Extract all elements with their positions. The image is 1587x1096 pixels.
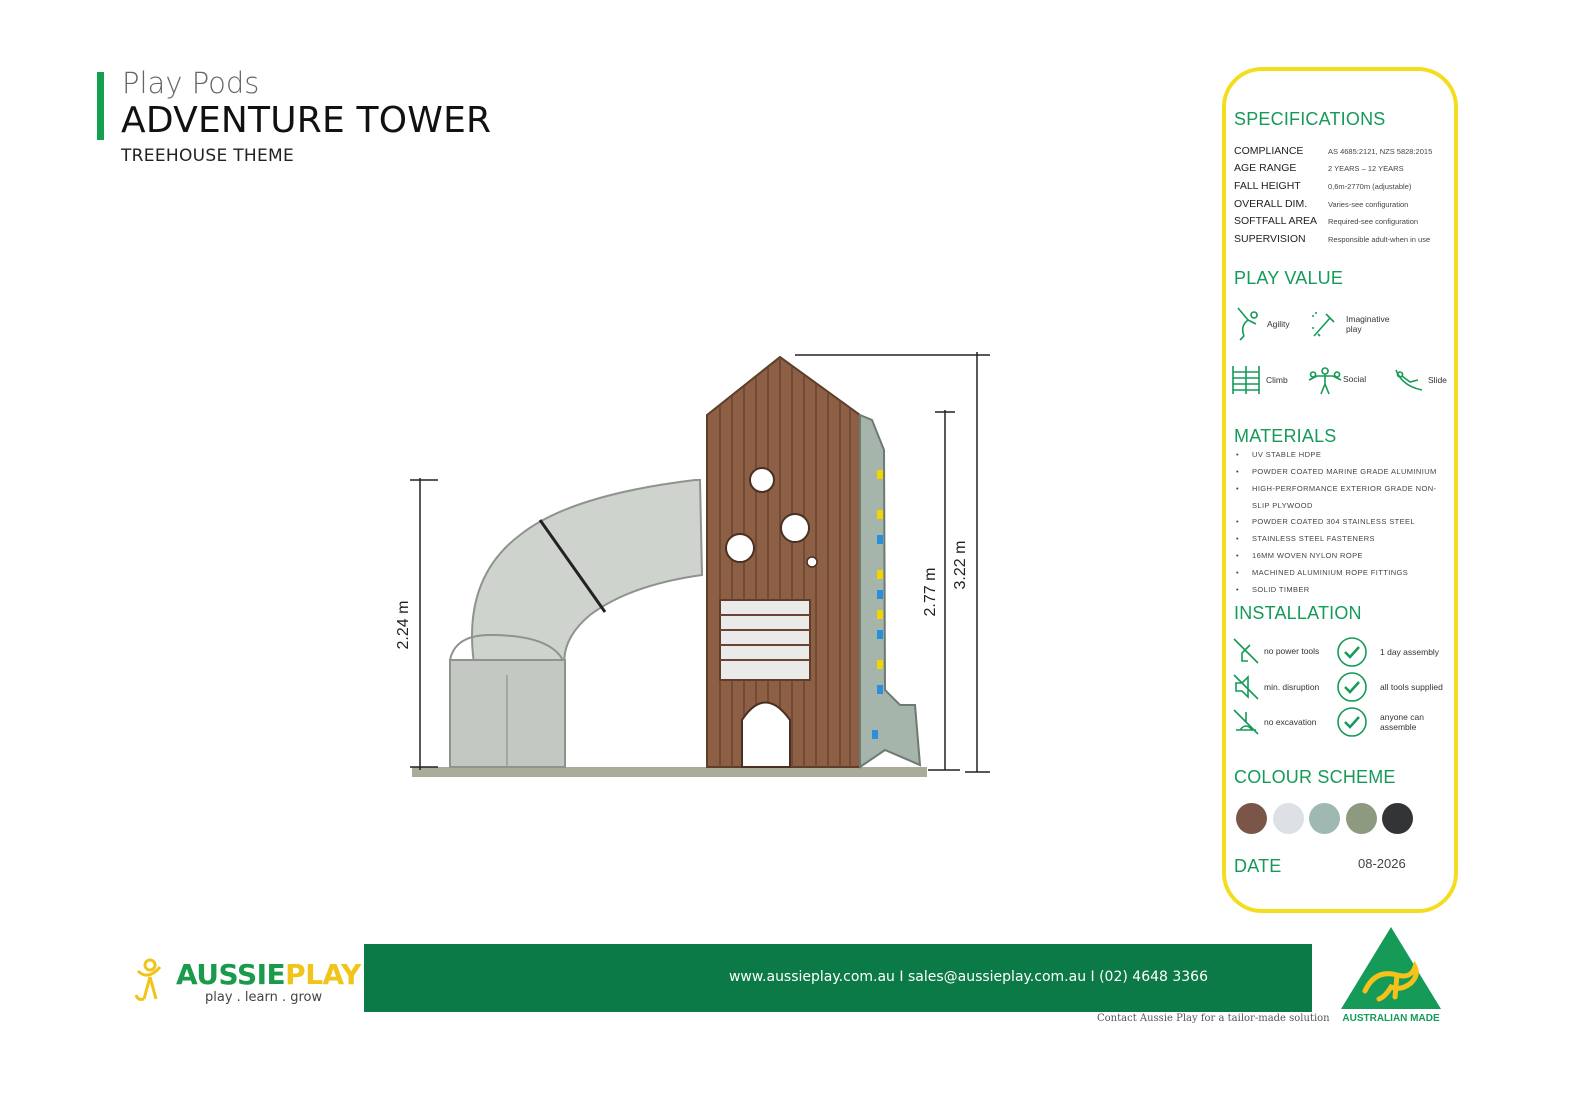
installation-label: anyone can assemble [1380, 712, 1424, 732]
installation-label: no excavation [1264, 717, 1317, 727]
climb-icon [1232, 366, 1260, 394]
play-value-heading: PLAY VALUE [1234, 268, 1344, 288]
play-value-slide: Slide [1392, 366, 1447, 394]
spec-value: 0,6m-2770m (adjustable) [1328, 182, 1412, 191]
specifications-heading: SPECIFICATIONS [1234, 109, 1386, 129]
brand-tagline: play . learn . grow [205, 990, 323, 1005]
tailor-made-note: Contact Aussie Play for a tailor-made so… [1097, 1013, 1330, 1024]
installation-label: no power tools [1264, 646, 1320, 656]
spec-value: Required-see configuration [1328, 217, 1419, 226]
play-value-label: Social [1343, 374, 1367, 384]
dimension-label-right: 3.22 m [952, 541, 969, 590]
installation-no-excavation: no excavation [1232, 708, 1316, 736]
spec-row: AGE RANGE 2 YEARS – 12 YEARS [1234, 162, 1454, 178]
play-value-label: Agility [1267, 319, 1290, 329]
colour-swatch [1236, 803, 1267, 834]
dimension-label-mid: 2.77 m [922, 568, 939, 617]
installation-min-disruption: min. disruption [1232, 673, 1319, 701]
play-value-social: Social [1307, 362, 1366, 396]
australian-made-label: AUSTRALIAN MADE [1342, 1013, 1440, 1024]
spec-value: Responsible adult-when in use [1328, 235, 1431, 244]
colour-swatch [1382, 803, 1413, 834]
spec-key: SOFTFALL AREA [1234, 215, 1318, 227]
installation-1-day: 1 day assembly [1336, 636, 1439, 668]
date-heading: DATE [1234, 856, 1282, 876]
play-value-label: Climb [1266, 375, 1288, 385]
product-theme: TREEHOUSE THEME [121, 146, 295, 166]
brand-name: AUSSIEPLAY [176, 958, 361, 991]
spec-key: AGE RANGE [1234, 162, 1297, 174]
check-icon [1337, 637, 1367, 667]
spec-row: OVERALL DIM. Varies-see configuration [1234, 198, 1454, 214]
no-excavation-icon [1233, 709, 1259, 735]
imaginative-play-icon [1312, 312, 1335, 337]
title-accent-bar [97, 72, 104, 140]
installation-anyone: anyone can assemble [1336, 706, 1440, 738]
product-title: ADVENTURE TOWER [121, 100, 492, 141]
dimension-label-left: 2.24 m [395, 601, 412, 650]
spec-value: Varies-see configuration [1328, 200, 1409, 209]
colour-scheme-heading: COLOUR SCHEME [1234, 767, 1396, 787]
check-icon [1337, 707, 1367, 737]
spec-key: SUPERVISION [1234, 233, 1306, 245]
spec-row: FALL HEIGHT 0,6m-2770m (adjustable) [1234, 180, 1454, 196]
product-drawing: 2.24 m 2.77 m 3.22 m [395, 352, 990, 777]
play-value-climb: Climb [1230, 364, 1288, 396]
australian-made-logo: AUSTRALIAN MADE [1341, 927, 1441, 1024]
spec-value: AS 4685:2121, NZS 5828:2015 [1328, 147, 1433, 156]
play-value-label: Imaginative play [1346, 314, 1390, 334]
materials-heading: MATERIALS [1234, 426, 1337, 446]
installation-heading: INSTALLATION [1234, 603, 1362, 623]
no-power-tools-icon [1233, 638, 1259, 664]
installation-label: 1 day assembly [1380, 647, 1440, 657]
social-icon [1308, 367, 1342, 395]
brand-name-play: PLAY [285, 958, 361, 991]
check-icon [1337, 672, 1367, 702]
play-value-imaginative: Imaginative play [1308, 308, 1396, 340]
slide-icon [1395, 369, 1423, 391]
spec-key: OVERALL DIM. [1234, 198, 1308, 210]
min-disruption-icon [1233, 674, 1259, 700]
brand-name-aussie: AUSSIE [176, 958, 286, 991]
date-value: 08-2026 [1358, 856, 1406, 871]
spec-row: COMPLIANCE AS 4685:2121, NZS 5828:2015 [1234, 145, 1454, 161]
contact-info[interactable]: www.aussieplay.com.au I sales@aussieplay… [729, 969, 1208, 985]
installation-label: min. disruption [1264, 682, 1320, 692]
spec-value: 2 YEARS – 12 YEARS [1328, 164, 1404, 173]
agility-icon [1237, 307, 1258, 341]
contact-bar: www.aussieplay.com.au I sales@aussieplay… [364, 944, 1312, 1012]
spec-key: COMPLIANCE [1234, 145, 1304, 157]
installation-label: all tools supplied [1380, 682, 1443, 692]
play-value-label: Slide [1428, 375, 1447, 385]
spec-row: SUPERVISION Responsible adult-when in us… [1234, 233, 1454, 249]
spec-key: FALL HEIGHT [1234, 180, 1301, 192]
colour-swatch [1346, 803, 1377, 834]
spec-row: SOFTFALL AREA Required-see configuration [1234, 215, 1454, 231]
colour-swatch [1309, 803, 1340, 834]
product-category: Play Pods [122, 66, 260, 100]
colour-swatch [1273, 803, 1304, 834]
installation-all-tools: all tools supplied [1336, 671, 1443, 703]
play-value-agility: Agility [1234, 306, 1290, 342]
installation-no-power-tools: no power tools [1232, 637, 1319, 665]
